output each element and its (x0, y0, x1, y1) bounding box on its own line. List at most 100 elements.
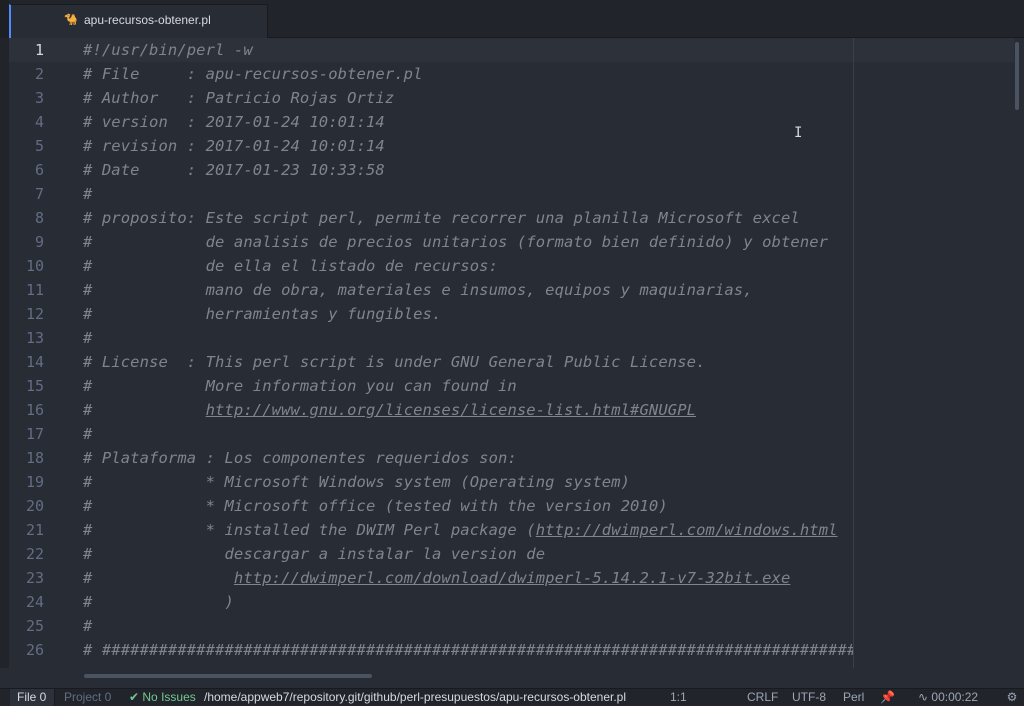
code-line[interactable]: 15 # More information you can found in (0, 374, 853, 398)
status-issues-label: No Issues (142, 690, 196, 704)
line-number: 21 (25, 521, 44, 539)
horizontal-scrollbar-thumb[interactable] (84, 674, 372, 678)
line-number: 20 (25, 497, 44, 515)
line-number: 7 (34, 185, 44, 203)
line-number: 16 (25, 401, 44, 419)
line-number: 17 (25, 425, 44, 443)
wrap-guide (853, 38, 854, 668)
line-number: 6 (34, 161, 44, 179)
line-number: 11 (25, 281, 44, 299)
gear-icon[interactable]: ⚙ (1003, 689, 1021, 706)
code-token-str: '2017-01-25 12:58:55'; (375, 665, 583, 668)
line-number: 2 (34, 65, 44, 83)
tab-bar: 🐪 apu-recursos-obtener.pl (0, 0, 1024, 38)
code-text: # descargar a instalar la version de (83, 545, 546, 563)
code-line[interactable]: 19 # * Microsoft Windows system (Operatin… (0, 470, 853, 494)
code-line[interactable]: 2 # File : apu-recursos-obtener.pl (0, 62, 853, 86)
code-line[interactable]: 6 # Date : 2017-01-23 10:33:58 (0, 158, 853, 182)
status-line-ending[interactable]: CRLF (747, 689, 778, 706)
line-number: 5 (34, 137, 44, 155)
code-line[interactable]: 13 # (0, 326, 853, 350)
code-text: #!/usr/bin/perl -w (83, 41, 253, 59)
status-encoding[interactable]: UTF-8 (792, 689, 826, 706)
line-number: 10 (25, 257, 44, 275)
comment-text: # (83, 401, 206, 419)
code-line[interactable]: 3 # Author : Patricio Rojas Ortiz (0, 86, 853, 110)
code-line[interactable]: 27 use constant CONS_VERSION => '2017-01-… (0, 662, 853, 668)
code-line[interactable]: 7 # (0, 182, 853, 206)
code-text: # mano de obra, materiales e insumos, eq… (83, 281, 753, 299)
status-grammar[interactable]: Perl (843, 689, 864, 706)
code-line[interactable]: 18 # Plataforma : Los componentes requeri… (0, 446, 853, 470)
code-text: # * Microsoft Windows system (Operating … (83, 473, 631, 491)
line-number: 12 (25, 305, 44, 323)
code-line[interactable]: 4 # version : 2017-01-24 10:01:14 (0, 110, 853, 134)
line-number: 13 (25, 329, 44, 347)
vertical-scrollbar-thumb[interactable] (1015, 42, 1019, 110)
line-number: 27 (9, 662, 44, 668)
code-text: # http://www.gnu.org/licenses/license-li… (83, 398, 696, 422)
code-text: # License : This perl script is under GN… (83, 353, 706, 371)
code-line[interactable]: 10 # de ella el listado de recursos: (0, 254, 853, 278)
pin-icon[interactable]: 📌 (880, 689, 895, 706)
code-line[interactable]: 17 # (0, 422, 853, 446)
code-text: # version : 2017-01-24 10:01:14 (83, 113, 385, 131)
code-line[interactable]: 9 # de analisis de precios unitarios (for… (0, 230, 853, 254)
code-text: # (83, 617, 93, 635)
line-number: 25 (25, 617, 44, 635)
code-line[interactable]: 22 # descargar a instalar la version de (0, 542, 853, 566)
text-cursor-icon: I (794, 125, 803, 141)
code-line[interactable]: 26 # ####################################… (0, 638, 853, 662)
code-line[interactable]: 25 # (0, 614, 853, 638)
tab-apu-recursos-obtener[interactable]: 🐪 apu-recursos-obtener.pl (9, 4, 268, 38)
status-cursor-position[interactable]: 1:1 (670, 689, 687, 706)
code-text: # (83, 329, 93, 347)
code-line[interactable]: 5 # revision : 2017-01-24 10:01:14 (0, 134, 853, 158)
line-number: 1 (34, 41, 44, 59)
tab-title: apu-recursos-obtener.pl (84, 13, 211, 27)
code-line[interactable]: 21 # * installed the DWIM Perl package (h… (0, 518, 853, 542)
status-timer[interactable]: ∿ 00:00:22 (918, 689, 978, 706)
line-number: 22 (25, 545, 44, 563)
code-text: use constant CONS_VERSION => '2017-01-25… (83, 662, 583, 668)
line-number: 26 (25, 641, 44, 659)
status-issues[interactable]: ✔ No Issues (129, 689, 196, 706)
text-editor[interactable]: 1 #!/usr/bin/perl -w 2 # File : apu-recurso… (0, 38, 1024, 668)
status-project-count[interactable]: Project 0 (57, 689, 122, 706)
activity-icon: ∿ (918, 690, 932, 704)
code-text: # * Microsoft office (tested with the ve… (83, 497, 668, 515)
status-file-path[interactable]: /home/appweb7/repository.git/github/perl… (204, 689, 626, 706)
code-line[interactable]: 24 # ) (0, 590, 853, 614)
code-line[interactable]: 8 # proposito: Este script perl, permite … (0, 206, 853, 230)
code-token-op: => (319, 665, 376, 668)
check-icon: ✔ (129, 690, 143, 704)
perl-camel-icon: 🐪 (64, 14, 78, 26)
comment-link[interactable]: http://www.gnu.org/licenses/license-list… (206, 401, 696, 419)
code-line[interactable]: 1 #!/usr/bin/perl -w (0, 38, 853, 62)
code-line[interactable]: 16 # http://www.gnu.org/licenses/license-… (0, 398, 853, 422)
status-timer-value: 00:00:22 (931, 690, 979, 704)
code-text: # herramientas y fungibles. (83, 305, 442, 323)
comment-text: # * installed the DWIM Perl package ( (83, 521, 536, 539)
code-line[interactable]: 14 # License : This perl script is under … (0, 350, 853, 374)
code-line[interactable]: 12 # herramientas y fungibles. (0, 302, 853, 326)
code-text: # de ella el listado de recursos: (83, 257, 498, 275)
code-lines[interactable]: 1 #!/usr/bin/perl -w 2 # File : apu-recurso… (0, 38, 853, 668)
code-text: # revision : 2017-01-24 10:01:14 (83, 137, 385, 155)
line-number: 24 (25, 593, 44, 611)
code-text: # File : apu-recursos-obtener.pl (83, 65, 423, 83)
code-line[interactable]: 11 # mano de obra, materiales e insumos, … (0, 278, 853, 302)
code-token-kw: use (83, 665, 111, 668)
code-token-const: CONS_VERSION (206, 665, 319, 668)
vertical-scrollbar[interactable] (1014, 38, 1024, 668)
comment-link[interactable]: http://dwimperl.com/download/dwimperl-5.… (234, 569, 790, 587)
code-text: # * installed the DWIM Perl package (htt… (83, 518, 838, 542)
code-text: # (83, 185, 93, 203)
code-token-plain: constant (111, 665, 205, 668)
code-line[interactable]: 23 # http://dwimperl.com/download/dwimper… (0, 566, 853, 590)
code-line[interactable]: 20 # * Microsoft office (tested with the … (0, 494, 853, 518)
comment-link[interactable]: http://dwimperl.com/windows.html (536, 521, 838, 539)
line-number: 15 (25, 377, 44, 395)
tab-bar-edge (0, 0, 9, 38)
status-file-count[interactable]: File 0 (10, 689, 55, 706)
